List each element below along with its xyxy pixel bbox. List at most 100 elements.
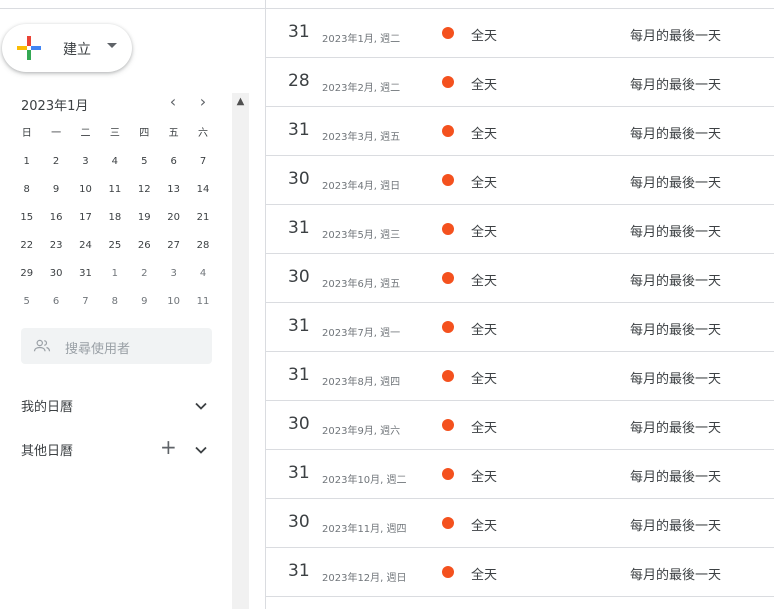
chevron-left-icon[interactable]: ‹ [163, 92, 183, 112]
event-date-label[interactable]: 2023年2月, 週二 [322, 79, 400, 94]
mini-calendar-day[interactable]: 2 [41, 148, 70, 176]
mini-calendar-day[interactable]: 11 [188, 288, 217, 316]
event-title[interactable]: 每月的最後一天 [630, 172, 721, 191]
event-date-label[interactable]: 2023年7月, 週一 [322, 324, 400, 339]
mini-calendar-day[interactable]: 7 [71, 288, 100, 316]
event-row[interactable]: 31 2023年3月, 週五 全天 每月的最後一天 [266, 107, 774, 156]
event-row[interactable]: 30 2023年4月, 週日 全天 每月的最後一天 [266, 156, 774, 205]
event-day-number[interactable]: 31 [288, 218, 310, 238]
mini-calendar-day[interactable]: 21 [188, 204, 217, 232]
mini-calendar-day[interactable]: 4 [100, 148, 129, 176]
add-calendar-plus-icon[interactable]: + [160, 437, 177, 457]
event-row[interactable]: 28 2023年2月, 週二 全天 每月的最後一天 [266, 58, 774, 107]
mini-calendar-day[interactable]: 14 [188, 176, 217, 204]
event-row[interactable]: 30 2023年9月, 週六 全天 每月的最後一天 [266, 401, 774, 450]
mini-calendar-day[interactable]: 3 [71, 148, 100, 176]
event-row[interactable]: 31 2023年10月, 週二 全天 每月的最後一天 [266, 450, 774, 499]
event-title[interactable]: 每月的最後一天 [630, 417, 721, 436]
mini-calendar-day[interactable]: 30 [41, 260, 70, 288]
mini-calendar-day[interactable]: 10 [71, 176, 100, 204]
event-day-number[interactable]: 30 [288, 267, 310, 287]
mini-calendar-day[interactable]: 26 [130, 232, 159, 260]
event-row[interactable]: 30 2023年11月, 週四 全天 每月的最後一天 [266, 499, 774, 548]
event-day-number[interactable]: 30 [288, 512, 310, 532]
event-date-label[interactable]: 2023年1月, 週二 [322, 30, 400, 45]
mini-calendar-day[interactable]: 29 [12, 260, 41, 288]
mini-calendar-day[interactable]: 6 [41, 288, 70, 316]
event-title[interactable]: 每月的最後一天 [630, 74, 721, 93]
mini-calendar-day[interactable]: 4 [188, 260, 217, 288]
event-day-number[interactable]: 31 [288, 463, 310, 483]
mini-calendar-day[interactable]: 18 [100, 204, 129, 232]
event-date-label[interactable]: 2023年5月, 週三 [322, 226, 400, 241]
event-title[interactable]: 每月的最後一天 [630, 564, 721, 583]
mini-calendar-day[interactable]: 16 [41, 204, 70, 232]
event-title[interactable]: 每月的最後一天 [630, 25, 721, 44]
event-day-number[interactable]: 31 [288, 561, 310, 581]
event-date-label[interactable]: 2023年9月, 週六 [322, 422, 400, 437]
people-search[interactable]: 搜尋使用者 [21, 328, 212, 364]
event-day-number[interactable]: 31 [288, 120, 310, 140]
mini-calendar-day[interactable]: 3 [159, 260, 188, 288]
mini-calendar-day[interactable]: 12 [130, 176, 159, 204]
mini-calendar-day[interactable]: 8 [12, 176, 41, 204]
mini-calendar-day[interactable]: 9 [130, 288, 159, 316]
mini-calendar-day[interactable]: 22 [12, 232, 41, 260]
mini-calendar-day[interactable]: 5 [12, 288, 41, 316]
create-button[interactable]: 建立 [2, 24, 132, 72]
event-date-label[interactable]: 2023年4月, 週日 [322, 177, 400, 192]
dropdown-caret-icon[interactable] [107, 43, 117, 48]
event-title[interactable]: 每月的最後一天 [630, 319, 721, 338]
mini-calendar-day[interactable]: 1 [12, 148, 41, 176]
event-date-label[interactable]: 2023年10月, 週二 [322, 471, 407, 486]
chevron-right-icon[interactable]: › [193, 92, 213, 112]
mini-calendar-day[interactable]: 2 [130, 260, 159, 288]
my-calendars-label[interactable]: 我的日曆 [21, 396, 73, 415]
mini-calendar-day[interactable]: 25 [100, 232, 129, 260]
event-row[interactable]: 31 2023年1月, 週二 全天 每月的最後一天 [266, 9, 774, 58]
mini-calendar-day[interactable]: 6 [159, 148, 188, 176]
mini-calendar-day[interactable]: 10 [159, 288, 188, 316]
chevron-down-icon[interactable] [193, 442, 209, 458]
event-title[interactable]: 每月的最後一天 [630, 515, 721, 534]
event-title[interactable]: 每月的最後一天 [630, 466, 721, 485]
event-date-label[interactable]: 2023年3月, 週五 [322, 128, 400, 143]
event-date-label[interactable]: 2023年11月, 週四 [322, 520, 407, 535]
event-day-number[interactable]: 31 [288, 22, 310, 42]
mini-calendar-day[interactable]: 23 [41, 232, 70, 260]
event-row[interactable]: 31 2023年12月, 週日 全天 每月的最後一天 [266, 548, 774, 597]
mini-calendar-day[interactable]: 8 [100, 288, 129, 316]
event-day-number[interactable]: 28 [288, 71, 310, 91]
mini-calendar-day[interactable]: 5 [130, 148, 159, 176]
event-title[interactable]: 每月的最後一天 [630, 221, 721, 240]
mini-calendar-day[interactable]: 27 [159, 232, 188, 260]
mini-calendar-day[interactable]: 31 [71, 260, 100, 288]
mini-calendar-day[interactable]: 7 [188, 148, 217, 176]
mini-calendar-day[interactable]: 19 [130, 204, 159, 232]
event-date-label[interactable]: 2023年6月, 週五 [322, 275, 400, 290]
event-day-number[interactable]: 31 [288, 316, 310, 336]
event-date-label[interactable]: 2023年12月, 週日 [322, 569, 407, 584]
scroll-up-arrow-icon[interactable]: ▲ [232, 93, 249, 110]
mini-calendar-day[interactable]: 1 [100, 260, 129, 288]
mini-calendar-day[interactable]: 15 [12, 204, 41, 232]
mini-calendar-day[interactable]: 11 [100, 176, 129, 204]
event-title[interactable]: 每月的最後一天 [630, 270, 721, 289]
scrollbar[interactable]: ▲ [232, 93, 249, 609]
other-calendars-label[interactable]: 其他日曆 [21, 440, 73, 459]
chevron-down-icon[interactable] [193, 398, 209, 414]
event-date-label[interactable]: 2023年8月, 週四 [322, 373, 400, 388]
mini-calendar-day[interactable]: 9 [41, 176, 70, 204]
event-day-number[interactable]: 31 [288, 365, 310, 385]
event-row[interactable]: 31 2023年5月, 週三 全天 每月的最後一天 [266, 205, 774, 254]
event-row[interactable]: 30 2023年6月, 週五 全天 每月的最後一天 [266, 254, 774, 303]
event-title[interactable]: 每月的最後一天 [630, 123, 721, 142]
event-title[interactable]: 每月的最後一天 [630, 368, 721, 387]
event-day-number[interactable]: 30 [288, 169, 310, 189]
mini-calendar-day[interactable]: 17 [71, 204, 100, 232]
mini-calendar-day[interactable]: 20 [159, 204, 188, 232]
event-row[interactable]: 31 2023年8月, 週四 全天 每月的最後一天 [266, 352, 774, 401]
mini-calendar-day[interactable]: 28 [188, 232, 217, 260]
mini-calendar-day[interactable]: 24 [71, 232, 100, 260]
mini-calendar-day[interactable]: 13 [159, 176, 188, 204]
